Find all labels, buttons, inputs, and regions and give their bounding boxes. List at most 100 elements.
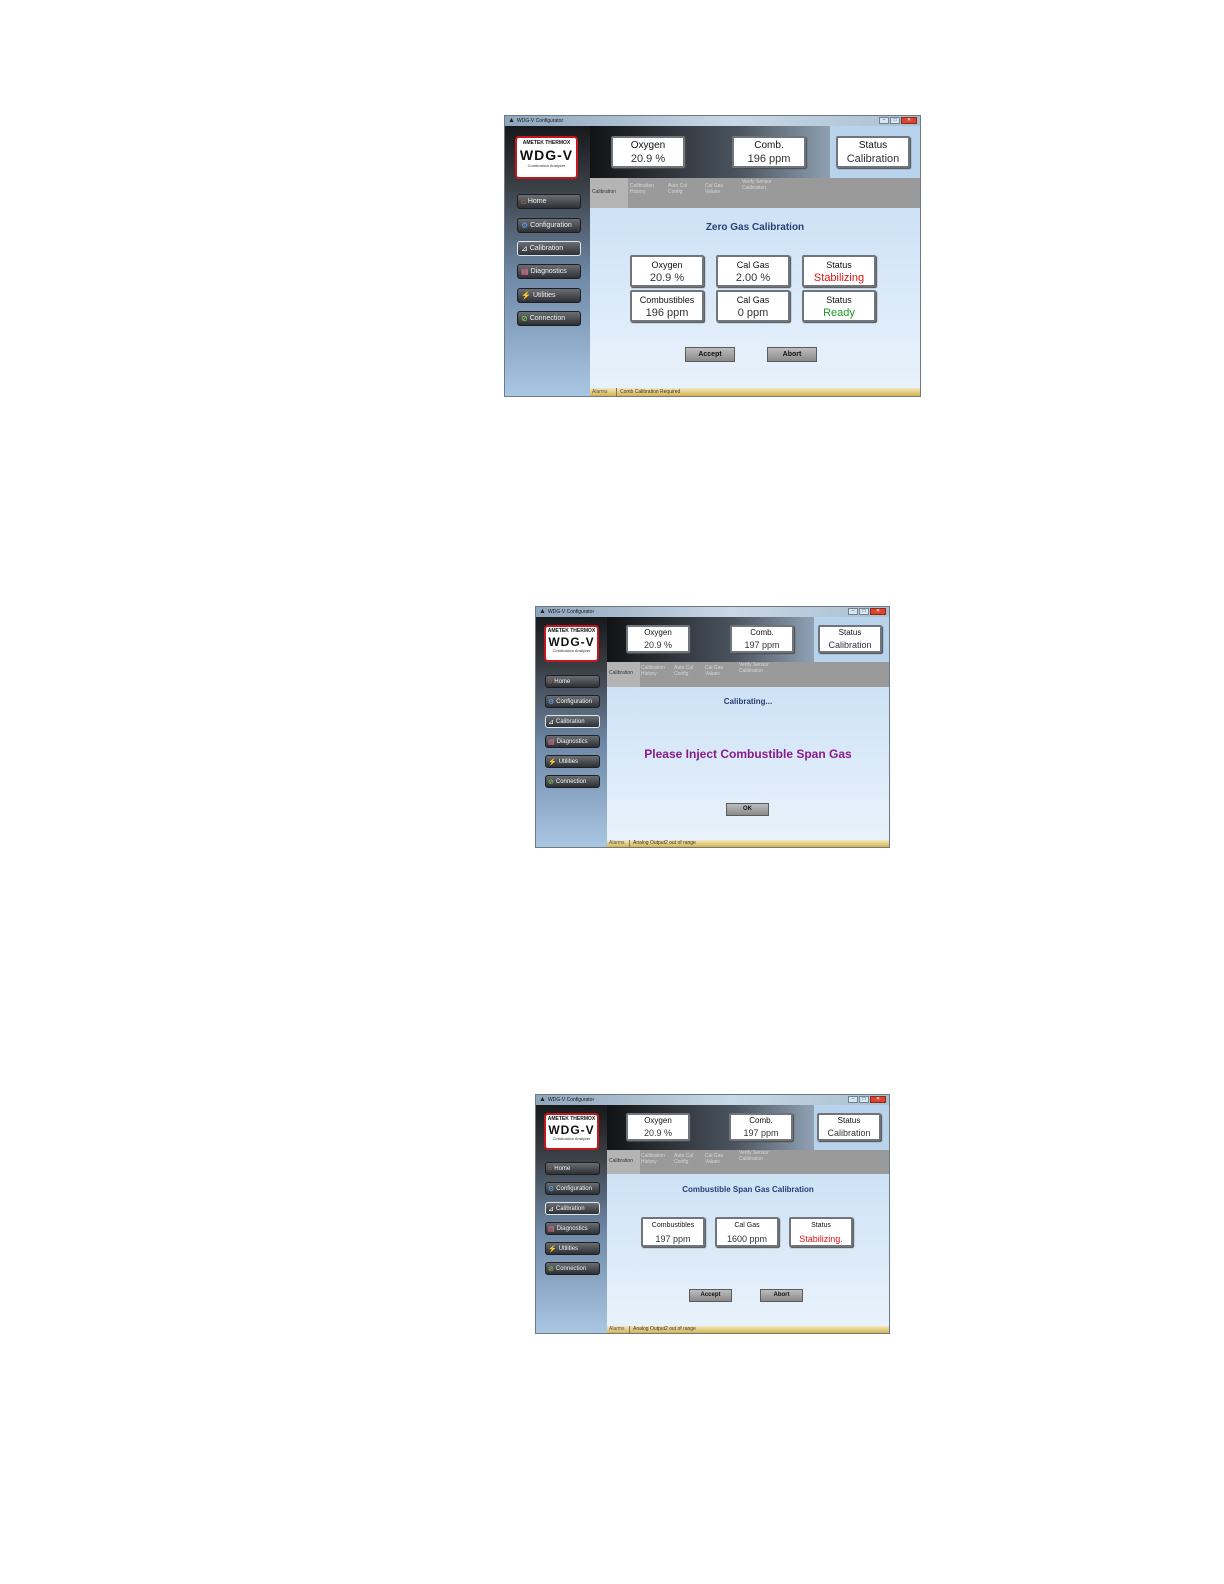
nav-connection[interactable]: ⊘ Connection xyxy=(545,1262,600,1275)
tile-label: Cal Gas xyxy=(734,1222,760,1229)
tile-label: Cal Gas xyxy=(736,260,770,270)
calibration-panel: Calibrating... Please Inject Combustible… xyxy=(607,687,889,840)
panel-title: Calibrating... xyxy=(723,697,773,706)
document-icon: ▤ xyxy=(548,1225,555,1233)
tab-verify-sensor-calibration[interactable]: Verify Sensor Calibration xyxy=(739,662,771,687)
logo-product: WDG-V xyxy=(519,147,574,163)
home-icon: ⌂ xyxy=(548,678,553,685)
tile-label: Status xyxy=(837,1116,861,1125)
tab-cal-gas-values[interactable]: Cal Gas Values xyxy=(705,1150,732,1174)
panel-title: Combustible Span Gas Calibration xyxy=(682,1185,814,1194)
close-button[interactable]: ✕ xyxy=(870,1096,886,1103)
tile-label: Oxygen xyxy=(644,628,672,637)
tab-calibration[interactable]: Calibration xyxy=(607,662,640,687)
tile-value: 196 ppm xyxy=(645,307,689,319)
nav-utilities[interactable]: ⚡ Utilities xyxy=(517,288,581,303)
tab-auto-cal-config[interactable]: Auto Cal Config xyxy=(668,178,698,208)
logo-brand: AMETEK THERMOX xyxy=(547,1116,596,1122)
tab-calibration-history[interactable]: Calibration History xyxy=(641,1150,671,1174)
nav-home[interactable]: ⌂ Home xyxy=(545,675,600,688)
nav-label: Diagnostics xyxy=(556,738,588,745)
nav-calibration[interactable]: ⊿ Calibration xyxy=(545,1202,600,1215)
comb-cal-gas-tile: Cal Gas 0 ppm xyxy=(716,290,790,322)
logo-brand: AMETEK THERMOX xyxy=(522,140,571,146)
wrench-icon: ⚡ xyxy=(548,1245,557,1253)
maximize-button[interactable]: □ xyxy=(859,1096,869,1103)
nav-label: Utilities xyxy=(558,758,579,765)
tab-cal-gas-values[interactable]: Cal Gas Values xyxy=(705,662,732,687)
nav-utilities[interactable]: ⚡ Utilities xyxy=(545,1242,600,1255)
top-status-tile: Status Calibration xyxy=(817,1113,881,1141)
oxygen-cal-gas-tile: Cal Gas 2.00 % xyxy=(716,255,790,287)
tab-calibration-history[interactable]: Calibration History xyxy=(630,178,664,208)
minimize-button[interactable]: – xyxy=(848,608,858,615)
nav-label: Diagnostics xyxy=(556,1225,588,1232)
comb-cal-gas-tile: Cal Gas 1600 ppm xyxy=(715,1217,779,1247)
logo-subtitle: Combustion Analyzer xyxy=(527,163,566,168)
tile-value: Calibration xyxy=(828,640,872,650)
maximize-button[interactable]: □ xyxy=(890,117,900,124)
nav-diagnostics[interactable]: ▤ Diagnostics xyxy=(517,264,581,279)
tab-verify-sensor-calibration[interactable]: Verify Sensor Calibration xyxy=(739,1150,771,1174)
nav-utilities[interactable]: ⚡ Utilities xyxy=(545,755,600,768)
alarms-label: Alarms xyxy=(609,1326,625,1332)
nav-home[interactable]: ⌂ Home xyxy=(517,194,581,209)
tile-value: 1600 ppm xyxy=(726,1234,768,1244)
tab-auto-cal-config[interactable]: Auto Cal Config xyxy=(674,1150,700,1174)
alarm-bar: Alarms Analog Output2 out of range xyxy=(607,840,889,847)
wrench-icon: ⚡ xyxy=(521,291,531,300)
top-status-tile: Status Calibration xyxy=(818,625,882,653)
wdg-logo: AMETEK THERMOX WDG-V Combustion Analyzer xyxy=(544,625,599,662)
tile-label: Oxygen xyxy=(651,260,683,270)
nav-connection[interactable]: ⊘ Connection xyxy=(545,775,600,788)
accept-button[interactable]: Accept xyxy=(689,1289,732,1302)
tile-value: 20.9 % xyxy=(630,153,666,165)
top-comb-tile: Comb. 197 ppm xyxy=(729,1113,793,1141)
accept-button[interactable]: Accept xyxy=(685,347,735,362)
tile-label: Comb. xyxy=(750,628,774,637)
app-icon: ▲ xyxy=(508,117,515,124)
nav-configuration[interactable]: ⚙ Configuration xyxy=(517,218,581,233)
tab-calibration[interactable]: Calibration xyxy=(590,178,628,208)
nav-calibration[interactable]: ⊿ Calibration xyxy=(545,715,600,728)
tile-value: Calibration xyxy=(827,1128,871,1138)
tab-verify-sensor-calibration[interactable]: Verify Sensor Calibration xyxy=(742,178,778,208)
minimize-button[interactable]: – xyxy=(848,1096,858,1103)
nav-configuration[interactable]: ⚙ Configuration xyxy=(545,1182,600,1195)
abort-button[interactable]: Abort xyxy=(767,347,817,362)
document-icon: ▤ xyxy=(548,738,555,746)
tab-cal-gas-values[interactable]: Cal Gas Values xyxy=(705,178,735,208)
nav-label: Utilities xyxy=(558,1245,579,1252)
connection-icon: ⊘ xyxy=(548,1265,554,1273)
wdg-logo: AMETEK THERMOX WDG-V Combustion Analyzer xyxy=(544,1113,599,1150)
alarm-message: Comb Calibration Required xyxy=(616,388,680,396)
close-button[interactable]: ✕ xyxy=(870,608,886,615)
home-icon: ⌂ xyxy=(521,197,526,206)
tile-label: Combustibles xyxy=(651,1222,695,1229)
nav-configuration[interactable]: ⚙ Configuration xyxy=(545,695,600,708)
nav-diagnostics[interactable]: ▤ Diagnostics xyxy=(545,735,600,748)
nav-diagnostics[interactable]: ▤ Diagnostics xyxy=(545,1222,600,1235)
gear-icon: ⚙ xyxy=(548,698,555,706)
alarm-bar: Alarms Comb Calibration Required xyxy=(590,388,920,396)
top-comb-tile: Comb. 197 ppm xyxy=(730,625,794,653)
close-button[interactable]: ✕ xyxy=(901,117,917,124)
tab-calibration-history[interactable]: Calibration History xyxy=(641,662,671,687)
tile-label: Status xyxy=(838,628,862,637)
inject-span-gas-message: Please Inject Combustible Span Gas xyxy=(644,747,852,761)
nav-home[interactable]: ⌂ Home xyxy=(545,1162,600,1175)
tile-value: 2.00 % xyxy=(735,272,771,284)
wdg-logo: AMETEK THERMOX WDG-V Combustion Analyzer xyxy=(515,136,578,179)
abort-button[interactable]: Abort xyxy=(760,1289,803,1302)
ok-button[interactable]: OK xyxy=(726,803,769,816)
nav-calibration[interactable]: ⊿ Calibration xyxy=(517,241,581,256)
tab-bar: Calibration Calibration History Auto Cal… xyxy=(590,178,920,208)
tab-auto-cal-config[interactable]: Auto Cal Config xyxy=(674,662,700,687)
minimize-button[interactable]: – xyxy=(879,117,889,124)
maximize-button[interactable]: □ xyxy=(859,608,869,615)
tab-calibration[interactable]: Calibration xyxy=(607,1150,640,1174)
nav-connection[interactable]: ⊘ Connection xyxy=(517,311,581,326)
alarm-message: Analog Output2 out of range xyxy=(629,1326,696,1333)
nav-label: Configuration xyxy=(556,698,592,705)
logo-subtitle: Combustion Analyzer xyxy=(552,648,591,653)
